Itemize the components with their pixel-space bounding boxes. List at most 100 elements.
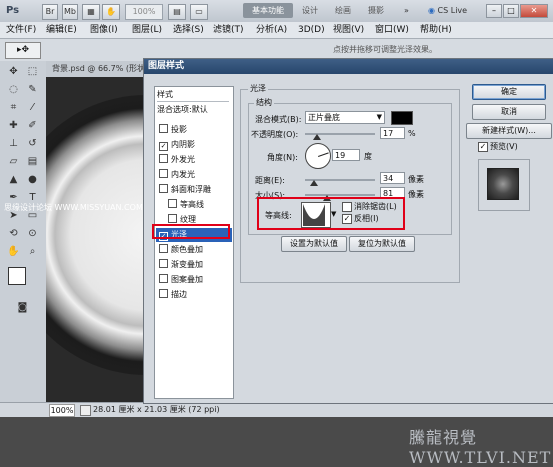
style-item-10[interactable]: 图案叠加 bbox=[156, 273, 232, 287]
workspace-overflow-icon[interactable]: » bbox=[404, 3, 409, 18]
menu-filter[interactable]: 滤镜(T) bbox=[213, 22, 244, 38]
menu-select[interactable]: 选择(S) bbox=[173, 22, 204, 38]
ok-button[interactable]: 确定 bbox=[472, 84, 546, 100]
status-bar: 100% 28.01 厘米 x 21.03 厘米 (72 ppi) bbox=[0, 402, 553, 417]
history-brush-icon[interactable]: ↺ bbox=[24, 137, 41, 151]
style-checkbox[interactable] bbox=[159, 289, 168, 298]
style-item-9[interactable]: 渐变叠加 bbox=[156, 258, 232, 272]
clone-stamp-icon[interactable]: ⊥ bbox=[5, 137, 22, 151]
crop-tool-icon[interactable]: ⌗ bbox=[5, 101, 22, 115]
zoom-level-field[interactable]: 100% bbox=[125, 4, 163, 20]
menu-image[interactable]: 图像(I) bbox=[90, 22, 118, 38]
screen-mode-icon[interactable]: ▭ bbox=[190, 4, 208, 20]
gradient-tool-icon[interactable]: ▤ bbox=[24, 155, 41, 169]
menu-file[interactable]: 文件(F) bbox=[6, 22, 36, 38]
workspace-essentials[interactable]: 基本功能 bbox=[243, 3, 293, 18]
angle-field[interactable]: 19 bbox=[332, 149, 360, 161]
style-item-4[interactable]: 斜面和浮雕 bbox=[156, 183, 232, 197]
style-checkbox[interactable] bbox=[159, 154, 168, 163]
style-item-label: 内阴影 bbox=[171, 140, 195, 149]
view-extras-icon[interactable]: ▦ bbox=[82, 4, 100, 20]
distance-field[interactable]: 34 bbox=[380, 172, 405, 184]
blend-options-item[interactable]: 混合选项:默认 bbox=[157, 104, 229, 116]
blend-mode-select[interactable]: 正片叠底 ▼ bbox=[305, 111, 385, 124]
menu-layer[interactable]: 图层(L) bbox=[132, 22, 162, 38]
size-slider[interactable] bbox=[305, 194, 375, 196]
lasso-tool-icon[interactable]: ◌ bbox=[5, 83, 22, 97]
minimize-icon[interactable]: – bbox=[486, 4, 502, 18]
styles-header[interactable]: 样式 bbox=[157, 89, 229, 102]
arrange-documents-icon[interactable]: ▤ bbox=[168, 4, 186, 20]
bridge-icon[interactable]: Br bbox=[42, 4, 58, 20]
zoom-tool-icon[interactable]: ⌕ bbox=[24, 245, 41, 259]
toolbox: ✥ ⬚ ◌ ✎ ⌗ ⁄ ✚ ✐ ⊥ ↺ ▱ ▤ ▲ ● ✒ T ➤ ▭ ⟲ ⊙ … bbox=[0, 61, 47, 406]
dialog-title: 图层样式 bbox=[144, 59, 553, 74]
new-style-button[interactable]: 新建样式(W)... bbox=[466, 123, 552, 139]
style-item-8[interactable]: 颜色叠加 bbox=[156, 243, 232, 257]
style-checkbox[interactable] bbox=[168, 199, 177, 208]
tool-preset-picker[interactable]: ▸✥ bbox=[5, 42, 41, 59]
workspace-tab-painting[interactable]: 绘画 bbox=[335, 3, 351, 18]
style-item-0[interactable]: 投影 bbox=[156, 123, 232, 137]
3d-orbit-icon[interactable]: ⊙ bbox=[24, 227, 41, 241]
healing-brush-icon[interactable]: ✚ bbox=[5, 119, 22, 133]
opacity-field[interactable]: 17 bbox=[380, 127, 405, 139]
style-checkbox[interactable] bbox=[159, 124, 168, 133]
quick-mask-icon[interactable]: ◙ bbox=[14, 301, 31, 315]
minibridge-icon[interactable]: Mb bbox=[62, 4, 78, 20]
cs-live-button[interactable]: ◉ CS Live bbox=[428, 3, 478, 18]
maximize-icon[interactable]: □ bbox=[503, 4, 519, 18]
make-default-button[interactable]: 设置为默认值 bbox=[281, 236, 347, 252]
preview-checkbox[interactable]: ✓ bbox=[478, 142, 488, 152]
style-item-5[interactable]: 等高线 bbox=[156, 198, 241, 212]
menu-window[interactable]: 窗口(W) bbox=[375, 22, 409, 38]
style-checkbox[interactable]: ✓ bbox=[159, 142, 168, 151]
document-canvas[interactable] bbox=[46, 77, 146, 402]
hand-tool-icon[interactable]: ✋ bbox=[5, 245, 22, 259]
menu-view[interactable]: 视图(V) bbox=[333, 22, 364, 38]
quick-select-icon[interactable]: ✎ bbox=[24, 83, 41, 97]
style-item-2[interactable]: 外发光 bbox=[156, 153, 232, 167]
style-checkbox[interactable] bbox=[159, 184, 168, 193]
status-info-icon[interactable] bbox=[80, 405, 91, 416]
checkmark-icon: ✓ bbox=[479, 142, 487, 151]
opacity-slider-thumb[interactable] bbox=[312, 134, 321, 140]
style-checkbox[interactable] bbox=[159, 274, 168, 283]
blur-tool-icon[interactable]: ▲ bbox=[5, 173, 22, 187]
style-item-3[interactable]: 内发光 bbox=[156, 168, 232, 182]
style-item-11[interactable]: 描边 bbox=[156, 288, 232, 302]
eyedropper-icon[interactable]: ⁄ bbox=[24, 101, 41, 115]
blend-color-swatch[interactable] bbox=[391, 111, 413, 125]
workspace-tab-photography[interactable]: 摄影 bbox=[368, 3, 384, 18]
3d-rotate-icon[interactable]: ⟲ bbox=[5, 227, 22, 241]
menu-analysis[interactable]: 分析(A) bbox=[256, 22, 287, 38]
status-doc-size: 28.01 厘米 x 21.03 厘米 (72 ppi) bbox=[93, 405, 220, 414]
foreground-color-swatch[interactable] bbox=[8, 267, 26, 285]
angle-unit: 度 bbox=[364, 152, 372, 161]
hand-tool-icon[interactable]: ✋ bbox=[102, 4, 120, 20]
distance-slider-thumb[interactable] bbox=[310, 180, 319, 186]
menu-edit[interactable]: 编辑(E) bbox=[46, 22, 77, 38]
menu-3d[interactable]: 3D(D) bbox=[298, 22, 325, 38]
brush-tool-icon[interactable]: ✐ bbox=[24, 119, 41, 133]
menu-help[interactable]: 帮助(H) bbox=[420, 22, 452, 38]
marquee-tool-icon[interactable]: ⬚ bbox=[24, 65, 41, 79]
eraser-icon[interactable]: ▱ bbox=[5, 155, 22, 169]
chevron-down-icon: ▼ bbox=[376, 113, 382, 121]
workspace-tab-design[interactable]: 设计 bbox=[302, 3, 318, 18]
style-checkbox[interactable] bbox=[168, 214, 177, 223]
status-zoom-field[interactable]: 100% bbox=[49, 404, 75, 417]
opacity-unit: % bbox=[408, 129, 416, 138]
style-checkbox[interactable] bbox=[159, 244, 168, 253]
photoshop-logo: Ps bbox=[6, 5, 20, 16]
dodge-tool-icon[interactable]: ● bbox=[24, 173, 41, 187]
angle-dial[interactable] bbox=[305, 143, 331, 169]
move-tool-icon[interactable]: ✥ bbox=[5, 65, 22, 79]
distance-label: 距离(E): bbox=[255, 176, 285, 185]
style-checkbox[interactable] bbox=[159, 169, 168, 178]
cancel-button[interactable]: 取消 bbox=[472, 104, 546, 120]
style-item-1[interactable]: ✓ 内阴影 bbox=[156, 138, 232, 152]
style-checkbox[interactable] bbox=[159, 259, 168, 268]
reset-default-button[interactable]: 复位为默认值 bbox=[349, 236, 415, 252]
close-icon[interactable]: ✕ bbox=[520, 4, 548, 18]
